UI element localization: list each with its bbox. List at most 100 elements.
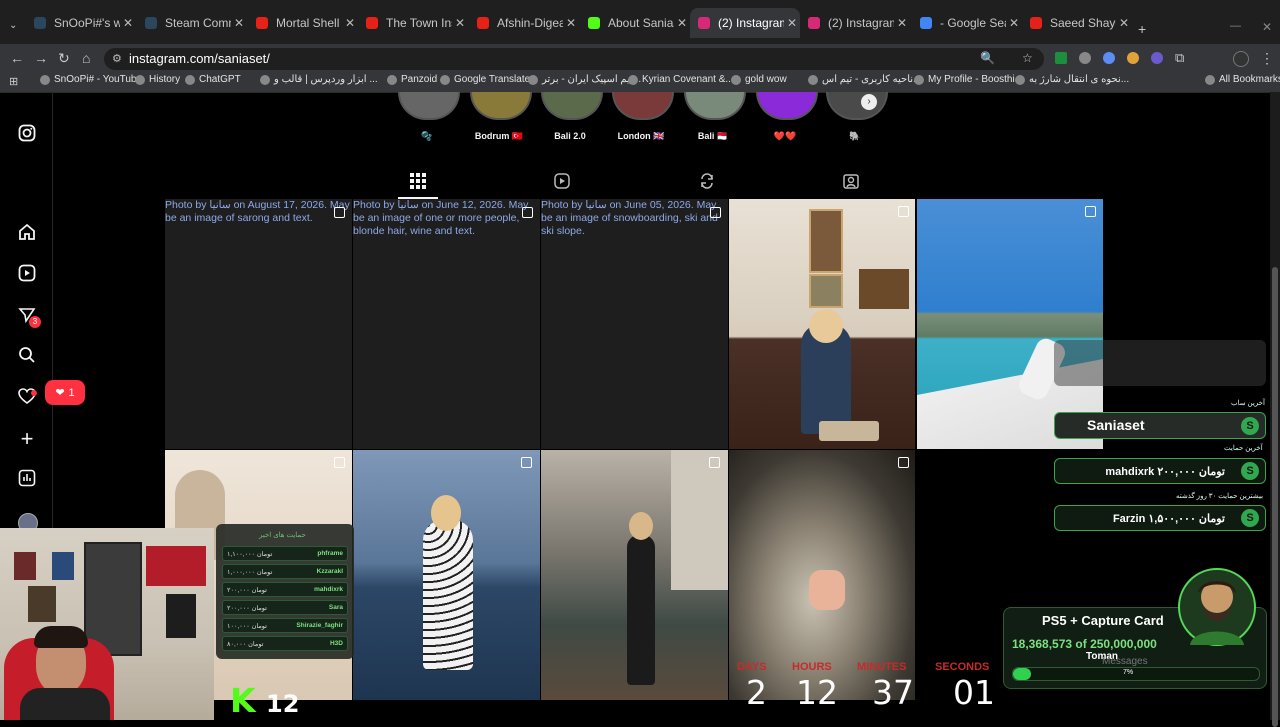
browser-tab[interactable]: Steam Community✕ xyxy=(137,8,247,38)
zoom-icon[interactable]: 🔍 xyxy=(980,51,995,65)
dashboard-icon[interactable] xyxy=(16,469,38,491)
last-sub-card: Saniaset S xyxy=(1054,412,1266,439)
tab-search-icon[interactable]: ⌄ xyxy=(9,20,17,31)
window-close-icon[interactable]: ✕ xyxy=(1262,20,1272,34)
tab-close-icon[interactable]: ✕ xyxy=(342,16,358,30)
new-tab-button[interactable]: + xyxy=(1138,21,1146,37)
menu-dots-icon[interactable]: ⋮ xyxy=(1260,50,1274,67)
bookmark-favicon-icon xyxy=(185,74,195,85)
messages-label: Messages xyxy=(1102,656,1148,667)
forward-icon[interactable]: → xyxy=(34,50,48,66)
last-donation-text: mahdixrk ۲۰۰,۰۰۰ تومان xyxy=(1105,465,1225,478)
goal-current: 18,368,573 xyxy=(1012,637,1073,651)
bookmark-favicon-icon xyxy=(260,74,270,85)
minimize-icon[interactable]: — xyxy=(1230,20,1241,32)
search-icon[interactable] xyxy=(16,346,38,368)
person-body xyxy=(20,688,110,720)
reposts-tab[interactable] xyxy=(698,173,716,191)
posts-grid-tab[interactable] xyxy=(409,173,427,191)
extension-icon[interactable] xyxy=(1079,52,1091,64)
bookmark-item[interactable]: All Bookmarks xyxy=(1205,74,1280,85)
post-broken-image[interactable]: Photo by سانیا on August 17, 2026. May b… xyxy=(165,199,352,449)
back-icon[interactable]: ← xyxy=(10,50,24,66)
browser-tab[interactable]: Afshin-Digeah Az✕ xyxy=(469,8,579,38)
post-broken-image[interactable]: Photo by سانیا on June 12, 2026. May be … xyxy=(353,199,540,449)
story-highlight[interactable] xyxy=(612,92,674,120)
bookmark-item[interactable]: SnOoPi# - YouTube xyxy=(40,74,142,85)
tab-favicon-icon xyxy=(698,17,710,29)
scrollbar-thumb[interactable] xyxy=(1272,267,1278,727)
puzzle-icon[interactable]: ⧉ xyxy=(1175,50,1184,66)
story-highlight[interactable] xyxy=(756,92,818,120)
tab-close-icon[interactable]: ✕ xyxy=(1116,16,1132,30)
reload-icon[interactable]: ↻ xyxy=(58,50,70,67)
story-highlight-label: Bali 🇲🇨 xyxy=(697,131,729,141)
tab-close-icon[interactable]: ✕ xyxy=(120,16,136,30)
extension-icon[interactable] xyxy=(1103,52,1115,64)
browser-tab[interactable]: The Town Inside M✕ xyxy=(358,8,468,38)
tagged-tab[interactable] xyxy=(842,173,860,191)
carousel-icon xyxy=(710,207,721,218)
instagram-logo-icon[interactable] xyxy=(16,124,38,146)
browser-tab[interactable]: - Google Search✕ xyxy=(912,8,1022,38)
person-hair xyxy=(34,626,88,648)
apps-icon[interactable]: ⊞ xyxy=(9,75,18,88)
extension-icon[interactable] xyxy=(1127,52,1139,64)
tab-close-icon[interactable]: ✕ xyxy=(894,16,910,30)
extension-icon[interactable] xyxy=(1151,52,1163,64)
browser-tab[interactable]: Saeed Shayesteh✕ xyxy=(1022,8,1132,38)
tab-close-icon[interactable]: ✕ xyxy=(563,16,579,30)
browser-tab[interactable]: SnOoPi#'s wishlist✕ xyxy=(26,8,136,38)
post-photo-cafe[interactable] xyxy=(729,199,915,449)
story-highlight[interactable] xyxy=(684,92,746,120)
bookmark-item[interactable]: gold wow xyxy=(731,74,787,85)
tab-close-icon[interactable]: ✕ xyxy=(231,16,247,30)
url-text[interactable]: instagram.com/saniaset/ xyxy=(129,51,270,66)
bookmark-item[interactable]: Kyrian Covenant &... xyxy=(628,74,734,85)
reels-tab[interactable] xyxy=(553,173,571,191)
carousel-icon xyxy=(521,457,532,468)
goal-progress-track: 7% xyxy=(1012,667,1260,681)
story-highlight[interactable] xyxy=(398,92,460,120)
tab-favicon-icon xyxy=(1030,17,1042,29)
post-photo-ocean[interactable] xyxy=(353,450,540,700)
notification-popup[interactable]: ❤ 1 xyxy=(45,380,85,405)
bookmark-item[interactable]: My Profile - Boosthi... xyxy=(914,74,1023,85)
browser-tab[interactable]: Mortal Shell 2 - B✕ xyxy=(248,8,358,38)
bookmark-item[interactable]: Panzoid xyxy=(387,74,437,85)
home-icon[interactable]: ⌂ xyxy=(82,50,90,66)
story-highlight[interactable] xyxy=(470,92,532,120)
browser-tab[interactable]: About Saniaset - K✕ xyxy=(580,8,690,38)
bookmark-item[interactable]: History xyxy=(135,74,180,85)
home-nav-icon[interactable] xyxy=(16,223,38,245)
bookmark-item[interactable]: ابزار وردپرس | قالب و ... xyxy=(260,74,378,85)
extensions-area[interactable]: ⧉ xyxy=(1055,50,1255,67)
tab-title: Steam Community xyxy=(165,16,231,30)
scrollbar-track[interactable] xyxy=(1270,92,1280,727)
site-info-icon[interactable]: ⚙ xyxy=(112,52,122,65)
reels-icon[interactable] xyxy=(16,264,38,286)
story-highlight[interactable] xyxy=(826,92,888,120)
tab-close-icon[interactable]: ✕ xyxy=(784,16,800,30)
bookmark-item[interactable]: ChatGPT xyxy=(185,74,241,85)
post-broken-image[interactable]: Photo by سانیا on June 05, 2026. May be … xyxy=(541,199,728,449)
browser-tab[interactable]: (2) Instagram ✕ xyxy=(800,8,910,38)
post-photo-balcony[interactable] xyxy=(541,450,728,700)
tab-favicon-icon xyxy=(34,17,46,29)
browser-tab[interactable]: (2) Instagram ✕ xyxy=(690,8,800,38)
highlights-next-icon[interactable]: › xyxy=(861,94,877,110)
create-plus-icon[interactable]: + xyxy=(16,428,38,450)
notification-count: 1 xyxy=(68,386,75,399)
bookmark-item[interactable]: تیم اسپیک ایران - برتر... xyxy=(528,74,641,85)
bookmark-item[interactable]: Google Translate xyxy=(440,74,530,85)
tab-close-icon[interactable]: ✕ xyxy=(674,16,690,30)
tab-close-icon[interactable]: ✕ xyxy=(452,16,468,30)
profile-avatar[interactable] xyxy=(1233,51,1249,67)
poster xyxy=(28,586,56,622)
bookmark-item[interactable]: نحوه ی انتقال شارژ به... xyxy=(1015,74,1129,85)
bookmark-item[interactable]: ناحیه کاربری - تیم اس... xyxy=(808,74,921,85)
tab-close-icon[interactable]: ✕ xyxy=(1006,16,1022,30)
bookmark-star-icon[interactable]: ☆ xyxy=(1022,51,1033,65)
story-highlight[interactable] xyxy=(541,92,603,120)
extension-icon[interactable] xyxy=(1055,52,1067,64)
